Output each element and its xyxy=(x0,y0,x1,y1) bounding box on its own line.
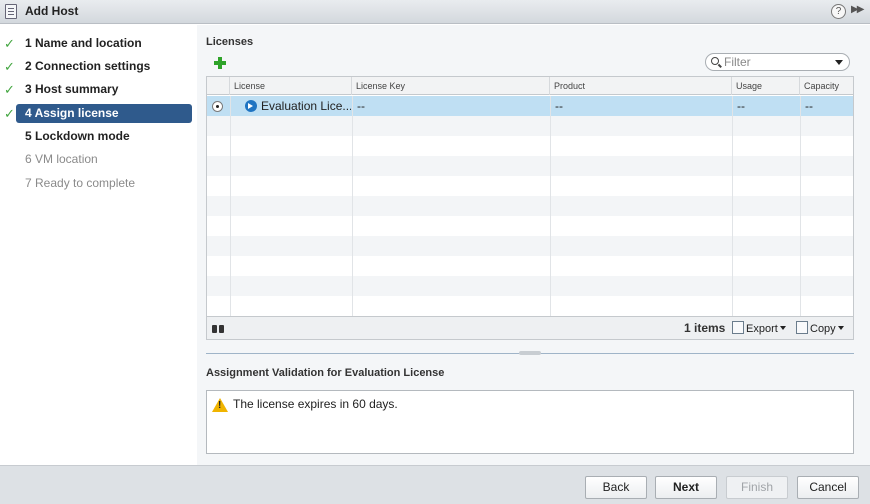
validation-title: Assignment Validation for Evaluation Lic… xyxy=(206,367,445,379)
step-connection-settings[interactable]: ✓ 2 Connection settings xyxy=(0,57,192,76)
step-ready-to-complete: 7 Ready to complete xyxy=(0,174,192,193)
export-button[interactable]: Export xyxy=(732,321,786,335)
binoculars-icon[interactable] xyxy=(211,322,225,334)
main-panel: Licenses Filter License License Key Prod… xyxy=(197,25,870,465)
finish-button: Finish xyxy=(726,476,788,499)
empty-row xyxy=(207,136,853,156)
column-divider xyxy=(732,96,733,316)
step-label: 3 Host summary xyxy=(25,82,119,96)
grid-footer: 1 items Export Copy xyxy=(207,316,853,339)
wizard-steps: ✓ 1 Name and location ✓ 2 Connection set… xyxy=(0,25,197,465)
validation-message: The license expires in 60 days. xyxy=(233,397,398,411)
column-license[interactable]: License xyxy=(230,77,352,95)
column-divider xyxy=(352,96,353,316)
check-icon: ✓ xyxy=(4,36,15,51)
empty-row xyxy=(207,236,853,256)
empty-row xyxy=(207,196,853,216)
arrow-right-circle-icon xyxy=(245,100,257,112)
copy-label: Copy xyxy=(810,323,836,335)
items-count: 1 items xyxy=(684,321,726,335)
export-icon xyxy=(732,321,744,334)
dialog-title: Add Host xyxy=(25,4,79,18)
filter-placeholder: Filter xyxy=(724,55,751,69)
dialog-icon xyxy=(5,4,17,19)
step-vm-location: 6 VM location xyxy=(0,150,192,169)
grid-body: Evaluation Lice... -- -- -- -- xyxy=(207,96,853,316)
check-icon: ✓ xyxy=(4,82,15,97)
step-name-and-location[interactable]: ✓ 1 Name and location xyxy=(0,34,192,53)
cell-usage: -- xyxy=(737,99,745,113)
cancel-button[interactable]: Cancel xyxy=(797,476,859,499)
caret-down-icon xyxy=(779,326,786,330)
header-select xyxy=(207,77,230,95)
column-product[interactable]: Product xyxy=(550,77,732,95)
check-icon: ✓ xyxy=(4,59,15,74)
empty-row xyxy=(207,176,853,196)
step-label: 4 Assign license xyxy=(25,106,119,120)
step-lockdown-mode[interactable]: 5 Lockdown mode xyxy=(0,127,192,146)
column-license-key[interactable]: License Key xyxy=(352,77,550,95)
collapse-icon[interactable]: ▶▶ xyxy=(851,4,864,15)
step-host-summary[interactable]: ✓ 3 Host summary xyxy=(0,80,192,99)
copy-button[interactable]: Copy xyxy=(796,321,844,335)
step-label: 6 VM location xyxy=(25,152,98,166)
empty-row xyxy=(207,296,853,316)
search-icon xyxy=(711,57,719,65)
chevron-down-icon[interactable] xyxy=(835,60,843,65)
licenses-grid: License License Key Product Usage Capaci… xyxy=(206,76,854,340)
empty-row xyxy=(207,276,853,296)
column-divider xyxy=(550,96,551,316)
warning-icon xyxy=(212,398,228,412)
filter-input[interactable]: Filter xyxy=(705,53,850,71)
splitter-handle[interactable] xyxy=(519,351,541,355)
column-usage[interactable]: Usage xyxy=(732,77,800,95)
title-bar: Add Host ? ▶▶ xyxy=(0,0,870,24)
column-divider xyxy=(230,96,231,316)
empty-row xyxy=(207,156,853,176)
validation-box: The license expires in 60 days. xyxy=(206,390,854,454)
empty-row xyxy=(207,116,853,136)
check-icon: ✓ xyxy=(4,106,15,121)
next-button[interactable]: Next xyxy=(655,476,717,499)
empty-row xyxy=(207,216,853,236)
add-license-icon[interactable] xyxy=(214,57,226,69)
export-label: Export xyxy=(746,323,778,335)
step-assign-license[interactable]: ✓ 4 Assign license xyxy=(4,104,192,123)
cell-license: Evaluation Lice... xyxy=(261,99,351,113)
back-button[interactable]: Back xyxy=(585,476,647,499)
table-row[interactable]: Evaluation Lice... -- -- -- -- xyxy=(207,96,853,116)
step-label: 2 Connection settings xyxy=(25,59,151,73)
button-bar: Back Next Finish Cancel xyxy=(0,465,870,504)
cell-license-key: -- xyxy=(357,99,365,113)
cell-product: -- xyxy=(555,99,563,113)
grid-header: License License Key Product Usage Capaci… xyxy=(207,77,853,95)
copy-icon xyxy=(796,321,808,334)
empty-row xyxy=(207,256,853,276)
licenses-title: Licenses xyxy=(206,36,254,48)
step-label: 7 Ready to complete xyxy=(25,176,136,190)
help-icon[interactable]: ? xyxy=(831,4,846,19)
column-divider xyxy=(800,96,801,316)
step-label: 1 Name and location xyxy=(25,36,142,50)
cell-capacity: -- xyxy=(805,99,813,113)
column-capacity[interactable]: Capacity xyxy=(800,77,853,95)
step-label: 5 Lockdown mode xyxy=(25,129,130,143)
caret-down-icon xyxy=(837,326,844,330)
row-radio[interactable] xyxy=(212,101,223,112)
